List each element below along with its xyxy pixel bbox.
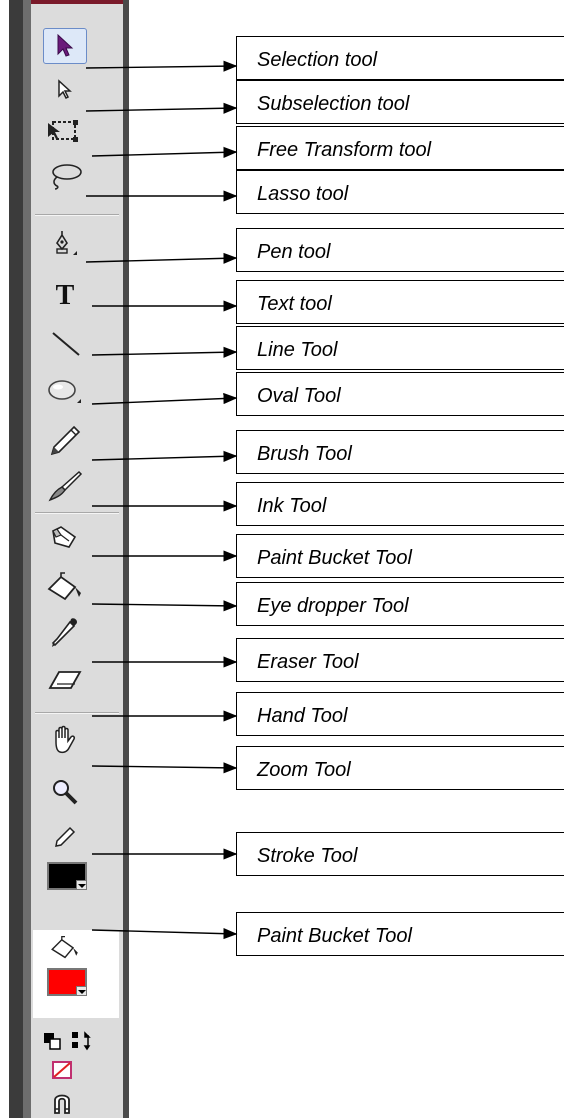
label-eraser-tool: Eraser Tool xyxy=(236,638,564,682)
label-selection-tool: Selection tool xyxy=(236,36,564,80)
black-white-icon xyxy=(44,1033,61,1050)
eraser-tool-button[interactable] xyxy=(43,660,87,696)
text-tool-button[interactable]: T xyxy=(43,278,87,314)
label-free-transform-tool: Free Transform tool xyxy=(236,126,564,170)
pen-tool-button[interactable] xyxy=(43,226,87,262)
label-hand-tool: Hand Tool xyxy=(236,692,564,736)
text-icon: T xyxy=(55,280,75,311)
no-color-button[interactable] xyxy=(47,1056,77,1084)
paint-bucket-icon xyxy=(51,935,78,959)
panel-right-edge xyxy=(123,0,129,1118)
paint-bucket-icon xyxy=(47,572,81,601)
hand-tool-button[interactable] xyxy=(43,722,87,758)
toolbar-separator xyxy=(35,712,119,714)
selection-tool-button[interactable] xyxy=(43,28,87,64)
label-text-tool: Text tool xyxy=(236,280,564,324)
magnifier-icon xyxy=(53,780,78,805)
label-lasso-tool: Lasso tool xyxy=(236,170,564,214)
zoom-tool-button[interactable] xyxy=(43,774,87,810)
label-ink-tool: Ink Tool xyxy=(236,482,564,526)
eyedropper-tool-button[interactable] xyxy=(43,614,87,650)
eraser-icon xyxy=(48,671,82,689)
swap-colors-button[interactable] xyxy=(69,1028,95,1054)
no-color-icon xyxy=(52,1061,72,1079)
swap-colors-icon xyxy=(72,1031,91,1051)
pen-nib-icon xyxy=(56,231,77,255)
ink-bottle-icon xyxy=(52,526,77,548)
snap-magnet-button[interactable] xyxy=(47,1088,77,1118)
oval-icon xyxy=(48,380,81,403)
pencil-tool-button[interactable] xyxy=(43,422,87,458)
toolbar-separator xyxy=(35,214,119,216)
label-pen-tool: Pen tool xyxy=(236,228,564,272)
label-fill-paint-bucket-tool: Paint Bucket Tool xyxy=(236,912,564,956)
label-line-tool: Line Tool xyxy=(236,326,564,370)
panel-edge xyxy=(9,0,23,1118)
brush-tool-button[interactable] xyxy=(43,468,87,504)
fill-color-label-button[interactable] xyxy=(43,932,87,962)
black-white-button[interactable] xyxy=(39,1028,65,1054)
snap-magnet-icon xyxy=(54,1094,70,1114)
stroke-color-swatch[interactable] xyxy=(47,862,87,890)
line-tool-button[interactable] xyxy=(43,326,87,362)
pencil-icon xyxy=(55,826,76,847)
line-icon xyxy=(52,332,80,356)
label-eye-dropper-tool: Eye dropper Tool xyxy=(236,582,564,626)
tools-panel: T xyxy=(9,0,129,1118)
fill-color-swatch[interactable] xyxy=(47,968,87,996)
fill-color-dropdown-icon[interactable] xyxy=(76,986,87,996)
lasso-icon xyxy=(52,164,82,190)
subselection-arrow-icon xyxy=(58,79,72,100)
oval-tool-button[interactable] xyxy=(43,374,87,410)
stroke-color-label-button[interactable] xyxy=(43,822,87,852)
lasso-tool-button[interactable] xyxy=(43,158,87,194)
free-transform-icon xyxy=(48,120,78,142)
subselection-tool-button[interactable] xyxy=(43,72,87,108)
brush-icon xyxy=(48,470,83,502)
label-subselection-tool: Subselection tool xyxy=(236,80,564,124)
toolbar-separator xyxy=(35,512,119,514)
hand-icon xyxy=(55,725,75,754)
pencil-icon xyxy=(50,425,81,456)
ink-bottle-tool-button[interactable] xyxy=(43,520,87,556)
label-zoom-tool: Zoom Tool xyxy=(236,746,564,790)
paint-bucket-tool-button[interactable] xyxy=(43,568,87,604)
stroke-color-dropdown-icon[interactable] xyxy=(76,880,87,890)
label-stroke-tool: Stroke Tool xyxy=(236,832,564,876)
free-transform-tool-button[interactable] xyxy=(43,114,87,150)
label-oval-tool: Oval Tool xyxy=(236,372,564,416)
panel-shadow xyxy=(23,0,31,1118)
panel-top-bar xyxy=(31,0,123,4)
label-paint-bucket-tool: Paint Bucket Tool xyxy=(236,534,564,578)
label-brush-tool: Brush Tool xyxy=(236,430,564,474)
selection-arrow-icon xyxy=(57,33,74,57)
eyedropper-icon xyxy=(51,618,77,647)
